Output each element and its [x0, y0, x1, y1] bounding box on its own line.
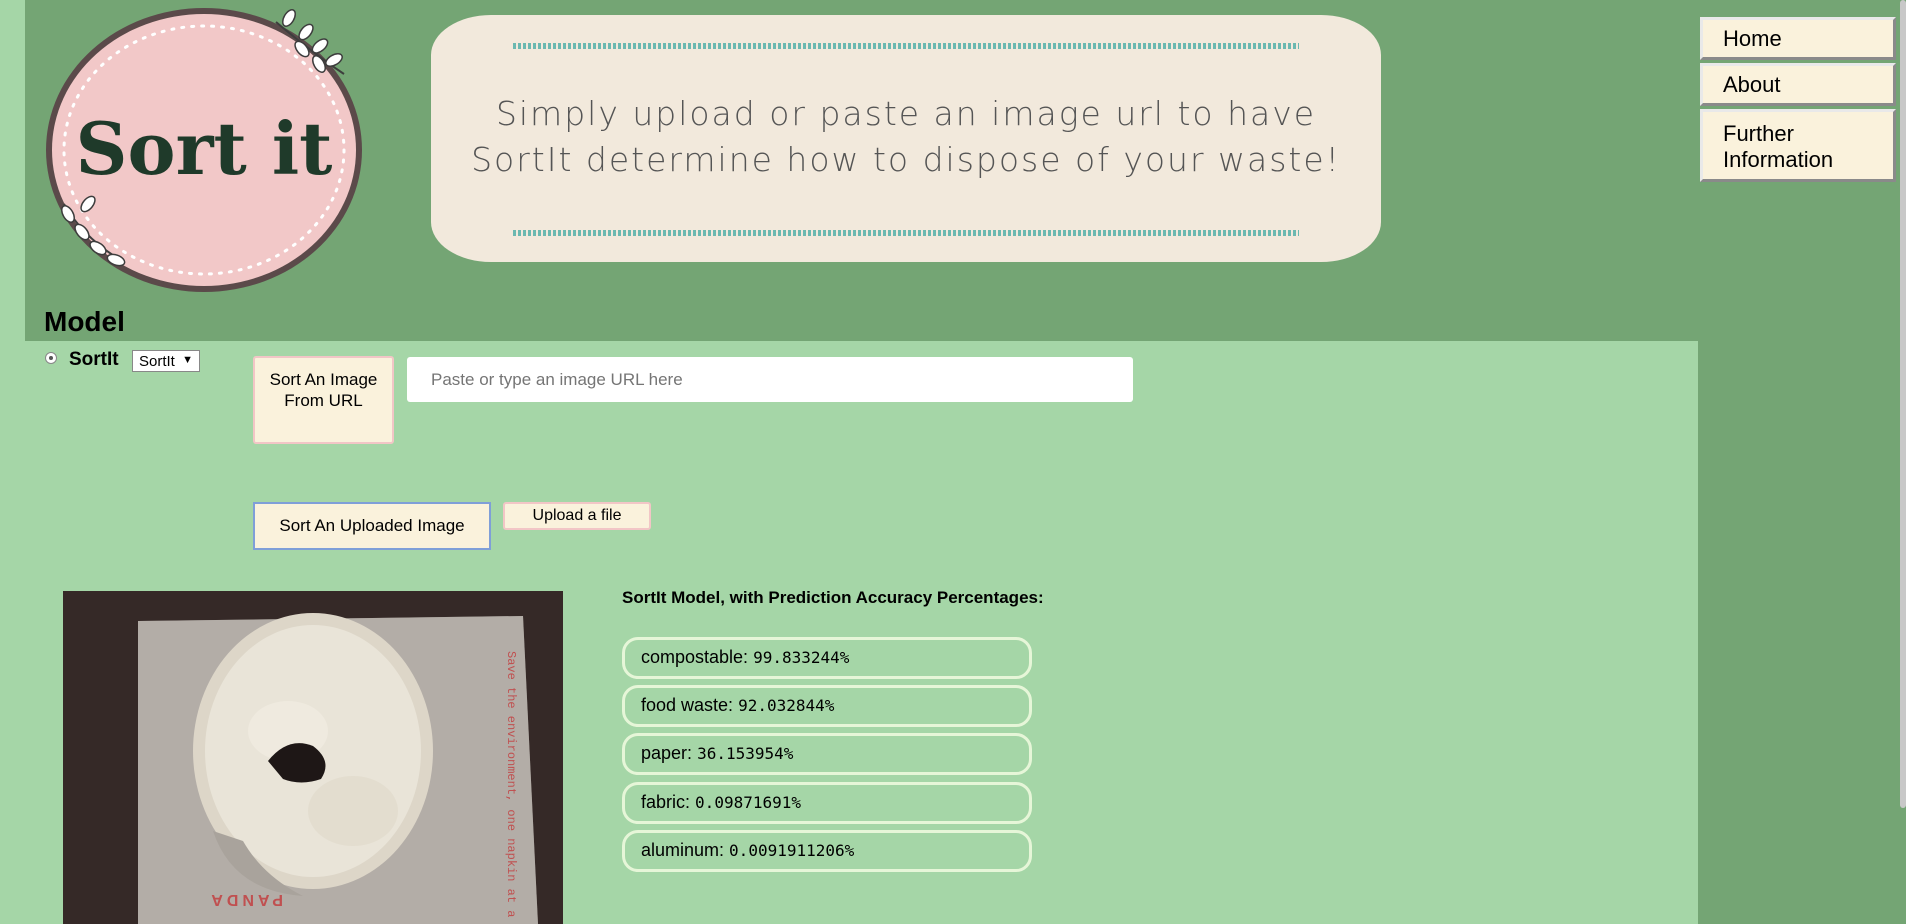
- model-select-value: SortIt: [139, 353, 175, 370]
- svg-text:PANDA: PANDA: [207, 891, 283, 908]
- banner-line-2: SortIt determine how to dispose of your …: [471, 140, 1341, 179]
- left-strip: [0, 0, 25, 924]
- chevron-down-icon: ▼: [182, 354, 193, 366]
- banner-divider: [513, 230, 1299, 236]
- result-label: aluminum:: [641, 840, 725, 860]
- sortit-logo[interactable]: Sort it: [44, 4, 370, 292]
- results-title: SortIt Model, with Prediction Accuracy P…: [622, 588, 1044, 607]
- result-item: paper: 36.153954%: [622, 733, 1032, 775]
- result-value: 36.153954%: [697, 744, 794, 763]
- result-value: 0.0091911206%: [729, 841, 855, 860]
- result-value: 99.833244%: [753, 648, 850, 667]
- result-label: fabric:: [641, 792, 691, 812]
- result-value: 0.09871691%: [695, 793, 802, 812]
- model-select[interactable]: SortIt ▼: [132, 350, 200, 372]
- intro-banner: Simply upload or paste an image url to h…: [431, 15, 1381, 262]
- svg-text:Save the environment, one napk: Save the environment, one napkin at a ti…: [504, 651, 518, 924]
- model-radio-label: SortIt: [69, 349, 119, 370]
- banner-divider: [513, 43, 1299, 49]
- sort-uploaded-image-button[interactable]: Sort An Uploaded Image: [253, 502, 491, 550]
- result-label: food waste:: [641, 695, 734, 715]
- result-label: paper:: [641, 743, 693, 763]
- svg-text:Sort it: Sort it: [76, 106, 333, 191]
- page-scrollbar[interactable]: [1900, 0, 1906, 808]
- bagel-photo: Save the environment, one napkin at a ti…: [63, 591, 563, 924]
- nav-home-button[interactable]: Home: [1700, 17, 1896, 60]
- nav-about-button[interactable]: About: [1700, 63, 1896, 106]
- result-label: compostable:: [641, 647, 749, 667]
- result-item: food waste: 92.032844%: [622, 685, 1032, 727]
- nav-further-info-button[interactable]: Further Information: [1700, 109, 1896, 182]
- upload-file-button[interactable]: Upload a file: [503, 502, 651, 530]
- result-item: compostable: 99.833244%: [622, 637, 1032, 679]
- banner-text: Simply upload or paste an image url to h…: [431, 91, 1381, 183]
- model-radio[interactable]: [45, 352, 57, 364]
- result-value: 92.032844%: [738, 696, 835, 715]
- uploaded-image: Save the environment, one napkin at a ti…: [63, 591, 563, 924]
- nav-menu: Home About Further Information: [1700, 17, 1896, 185]
- image-url-input[interactable]: [407, 357, 1133, 402]
- result-item: aluminum: 0.0091911206%: [622, 830, 1032, 872]
- model-title: Model: [44, 306, 125, 337]
- result-item: fabric: 0.09871691%: [622, 782, 1032, 824]
- banner-line-1: Simply upload or paste an image url to h…: [495, 94, 1317, 133]
- sort-from-url-button[interactable]: Sort An Image From URL: [253, 356, 394, 444]
